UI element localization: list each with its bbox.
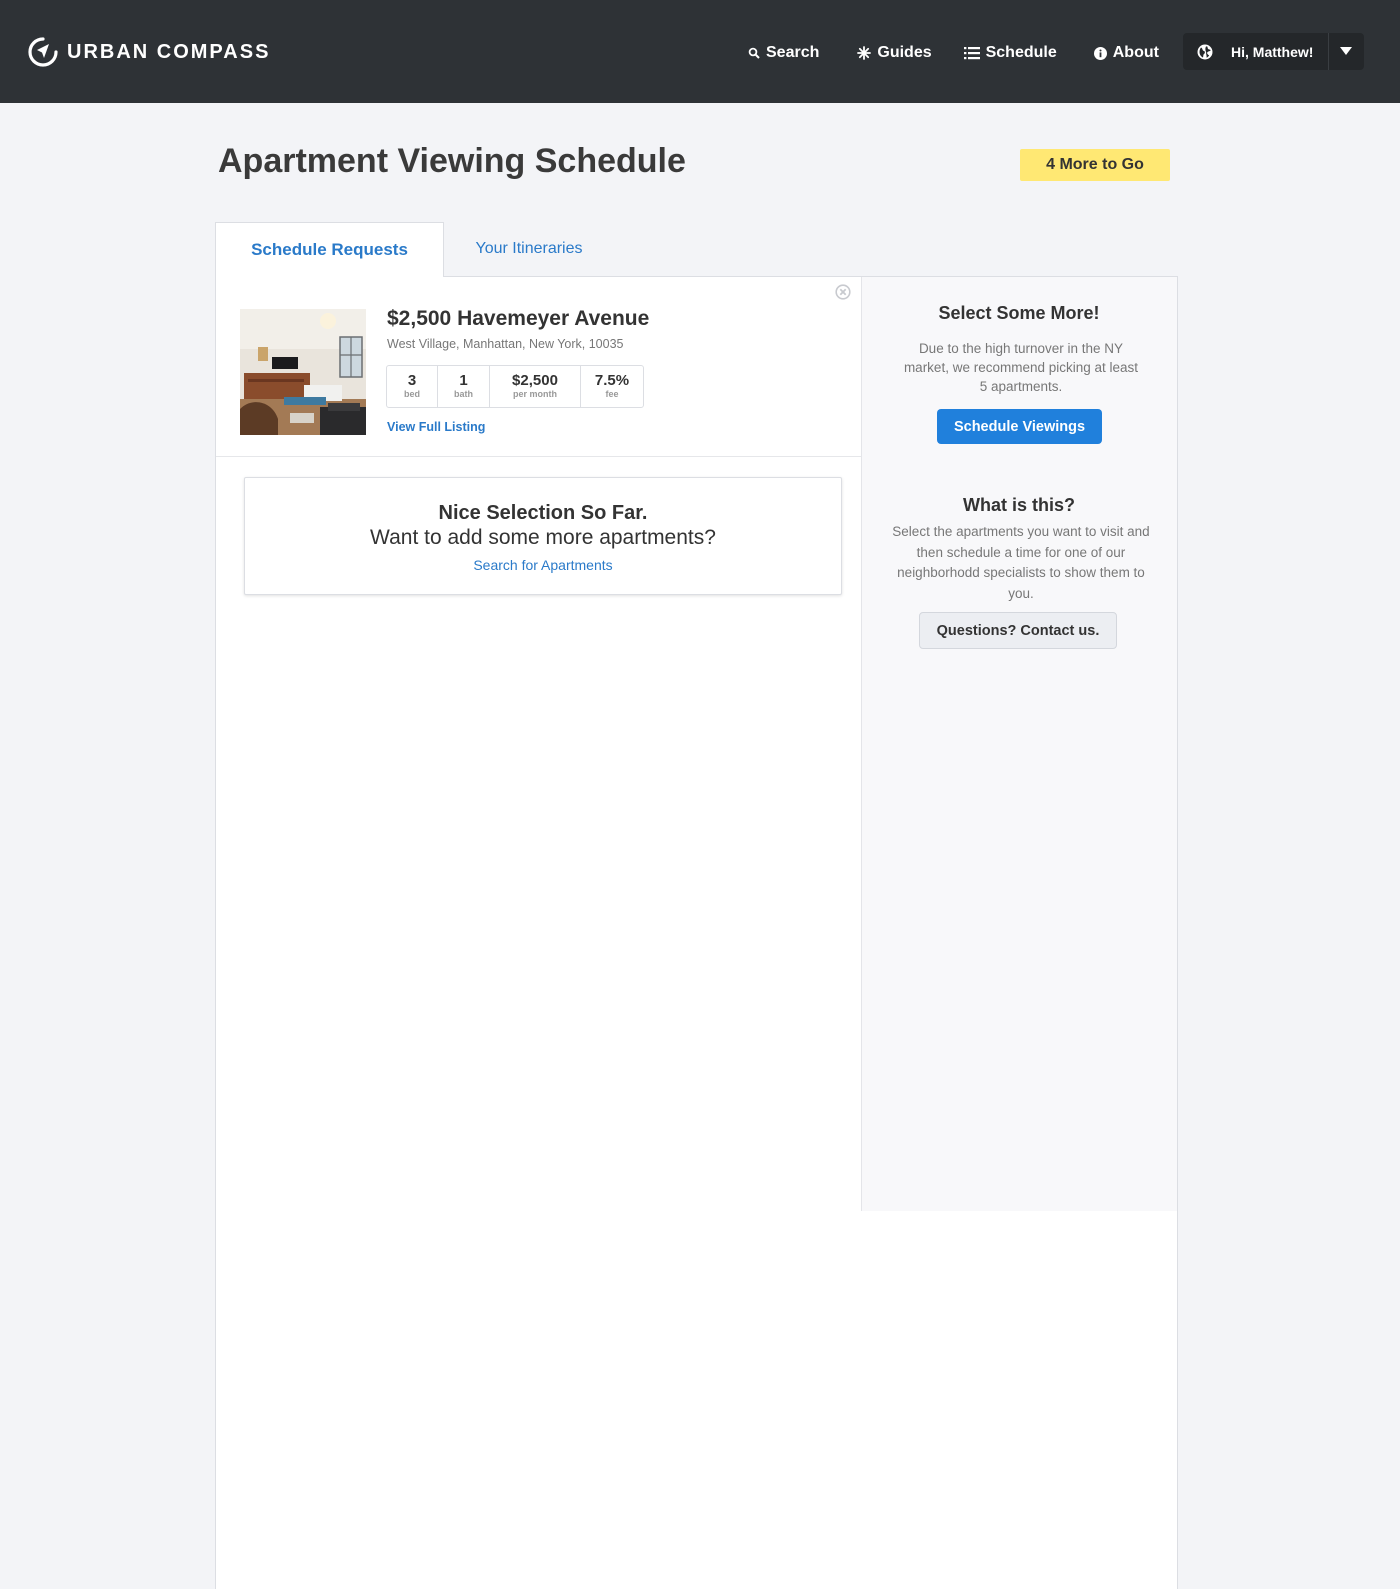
stat-rent: $2,500 per month <box>490 366 581 407</box>
stat-value: 1 <box>459 372 468 389</box>
brand-name: URBAN COMPASS <box>67 40 271 63</box>
remaining-count-badge: 4 More to Go <box>1020 149 1170 181</box>
nav-item-schedule[interactable]: Schedule <box>963 44 1057 62</box>
remove-listing-icon[interactable] <box>835 284 851 300</box>
compass-logo-icon <box>28 37 58 67</box>
stat-fee: 7.5% fee <box>581 366 643 407</box>
caret-down-icon[interactable] <box>1340 47 1352 55</box>
listing-title[interactable]: $2,500 Havemeyer Avenue <box>387 307 649 331</box>
search-apartments-link[interactable]: Search for Apartments <box>245 557 841 573</box>
stat-bathrooms: 1 bath <box>438 366 490 407</box>
search-icon <box>748 47 760 59</box>
brand-logo[interactable]: URBAN COMPASS <box>27 36 270 68</box>
dropdown-divider <box>1328 33 1329 70</box>
prompt-subheading: Want to add some more apartments? <box>370 526 716 549</box>
prompt-heading: Nice Selection So Far. <box>438 502 648 524</box>
nav-item-search[interactable]: Search <box>748 44 819 62</box>
stat-label: fee <box>605 389 619 399</box>
user-greeting: Hi, Matthew! <box>1231 43 1314 60</box>
stat-value: 7.5% <box>594 372 630 389</box>
contact-us-button[interactable]: Questions? Contact us. <box>919 612 1117 649</box>
stat-label: bath <box>454 389 473 399</box>
listing-address: West Village, Manhattan, New York, 10035 <box>387 337 624 351</box>
select-more-text: Due to the high turnover in the NY marke… <box>903 341 1139 394</box>
add-more-prompt: Nice Selection So Far. Want to add some … <box>244 477 842 595</box>
what-is-this-text: Select the apartments you want to visit … <box>892 524 1150 601</box>
listing-stats: 3 bed 1 bath $2,500 per month 7.5% fee <box>386 365 644 408</box>
schedule-viewings-button[interactable]: Schedule Viewings <box>937 409 1102 444</box>
apartment-photo[interactable] <box>240 309 366 435</box>
select-more-heading: Select Some More! <box>938 303 1100 323</box>
tab-schedule-requests[interactable]: Schedule Requests <box>215 222 444 277</box>
tab-your-itineraries[interactable]: Your Itineraries <box>444 222 614 276</box>
nav-item-about[interactable]: About <box>1093 44 1159 62</box>
stat-label: bed <box>403 389 420 399</box>
list-icon <box>963 47 980 60</box>
stat-label: per month <box>513 389 557 399</box>
top-navigation-bar: URBAN COMPASS Search Guides Schedule Abo… <box>0 0 1400 103</box>
user-menu-dropdown[interactable]: Hi, Matthew! <box>1183 33 1364 70</box>
nav-item-guides[interactable]: Guides <box>857 44 932 62</box>
stat-value: $2,500 <box>512 372 558 389</box>
info-icon <box>1093 46 1107 60</box>
page-title: Apartment Viewing Schedule <box>218 142 686 180</box>
main-nav: Search Guides Schedule About <box>748 40 1159 66</box>
nav-item-label: Schedule <box>985 44 1057 61</box>
view-full-listing-link[interactable]: View Full Listing <box>387 420 485 434</box>
nav-item-label: Guides <box>877 44 932 61</box>
nav-item-label: Search <box>766 44 820 61</box>
nav-item-label: About <box>1112 44 1159 61</box>
stat-value: 3 <box>407 372 417 389</box>
stat-bedrooms: 3 bed <box>387 366 438 407</box>
what-is-this-heading: What is this? <box>963 495 1075 515</box>
globe-icon <box>1197 44 1213 59</box>
star-icon <box>857 46 872 60</box>
